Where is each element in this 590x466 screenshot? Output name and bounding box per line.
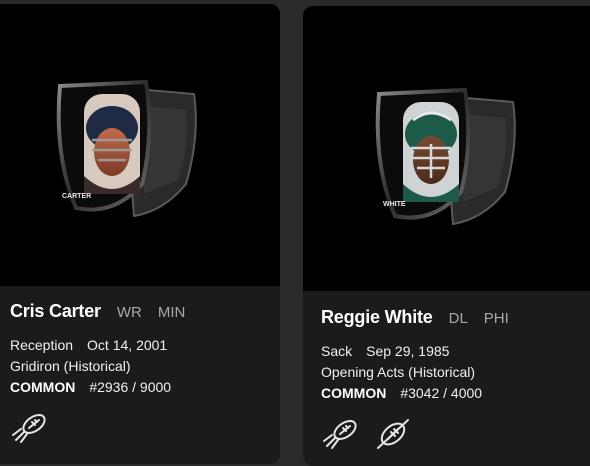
rocket-football-icon[interactable] xyxy=(321,416,361,452)
serial-number: #2936 / 9000 xyxy=(89,379,172,395)
player-team: PHI xyxy=(483,310,509,327)
tier-row: COMMON #2936 / 9000 xyxy=(10,377,270,398)
serial-number: #3042 / 4000 xyxy=(400,385,483,401)
name-row: Reggie White DL PHI xyxy=(321,307,590,331)
badge-row xyxy=(321,416,590,452)
crossed-football-icon[interactable] xyxy=(373,416,413,452)
art-nameplate: CARTER xyxy=(62,193,91,200)
play-type: Sack xyxy=(321,343,353,359)
moment-media[interactable]: CARTER xyxy=(0,4,280,286)
play-date: Oct 14, 2001 xyxy=(87,337,168,353)
tier-row: COMMON #3042 / 4000 xyxy=(321,383,590,404)
art-nameplate: WHITE xyxy=(383,201,406,208)
tier-label: COMMON xyxy=(10,379,76,395)
moment-art: CARTER xyxy=(56,79,197,218)
set-name: Opening Acts (Historical) xyxy=(321,364,476,380)
player-position: WR xyxy=(116,304,142,321)
rocket-football-icon[interactable] xyxy=(10,410,50,446)
moment-card[interactable]: CARTER Cris Carter WR MIN Reception Oct 1… xyxy=(0,4,280,464)
player-position: DL xyxy=(448,310,468,327)
play-type: Reception xyxy=(10,337,74,353)
player-name[interactable]: Cris Carter xyxy=(10,301,101,322)
moment-media[interactable]: WHITE xyxy=(303,6,590,291)
play-row: Reception Oct 14, 2001 xyxy=(10,335,270,356)
tier-label: COMMON xyxy=(321,385,387,401)
set-name: Gridiron (Historical) xyxy=(10,358,131,374)
moment-info: Reggie White DL PHI Sack Sep 29, 1985 Ope… xyxy=(321,307,590,452)
moment-art: WHITE xyxy=(375,87,516,226)
play-row: Sack Sep 29, 1985 xyxy=(321,341,590,362)
badge-row xyxy=(10,410,270,446)
name-row: Cris Carter WR MIN xyxy=(10,301,270,325)
player-team: MIN xyxy=(157,304,186,321)
moment-card[interactable]: WHITE Reggie White DL PHI Sack Sep 29, 19… xyxy=(303,6,590,466)
play-date: Sep 29, 1985 xyxy=(366,343,450,359)
player-name[interactable]: Reggie White xyxy=(321,307,433,328)
moment-info: Cris Carter WR MIN Reception Oct 14, 2001… xyxy=(10,301,270,446)
